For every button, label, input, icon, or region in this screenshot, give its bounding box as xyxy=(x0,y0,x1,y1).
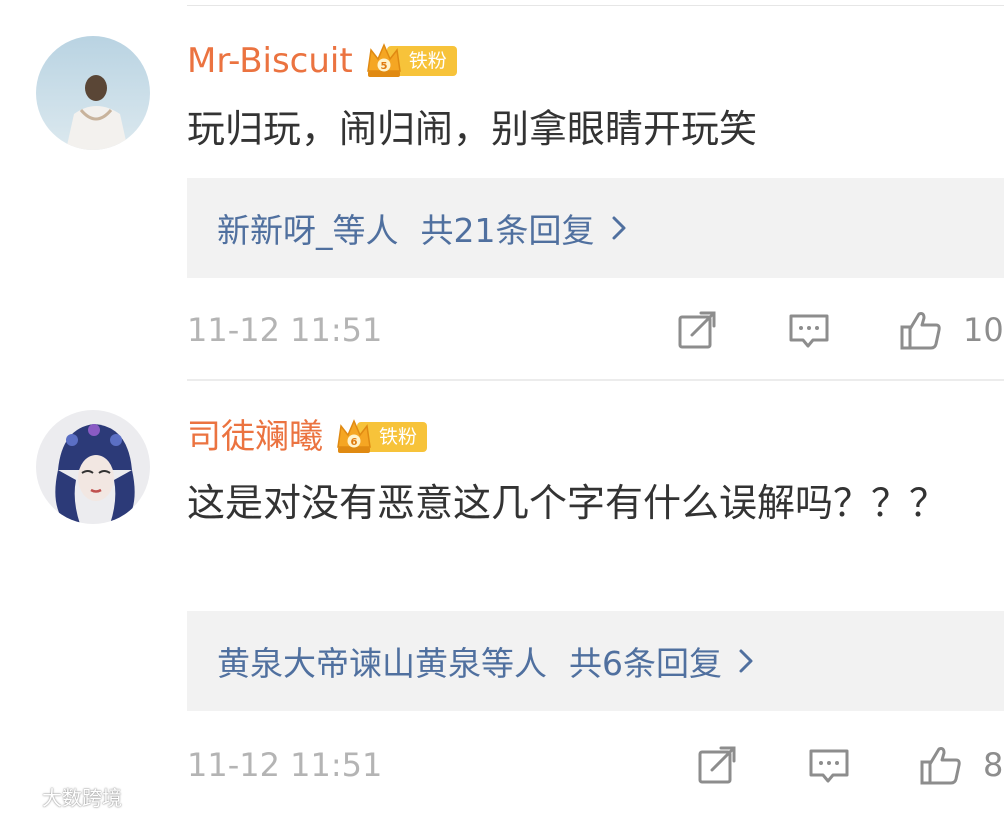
fan-badge[interactable]: 6 铁粉 xyxy=(335,417,428,457)
thumbs-up-icon[interactable] xyxy=(919,743,963,787)
username[interactable]: Mr-Biscuit xyxy=(187,38,353,84)
crown-icon: 5 xyxy=(366,43,401,77)
chevron-right-icon xyxy=(611,214,627,242)
thumbs-up-icon[interactable] xyxy=(899,308,943,352)
comment-item: Mr-Biscuit 5 铁粉 玩归玩，闹归闹，别拿眼睛开玩笑 新新呀_等人 共… xyxy=(0,0,1004,380)
avatar[interactable] xyxy=(36,36,150,150)
reply-count: 共21条回复 xyxy=(420,211,595,250)
comment-text: 这是对没有恶意这几个字有什么误解吗？？？ xyxy=(187,481,948,525)
like-count: 8 xyxy=(983,746,1004,784)
timestamp: 11-12 11:51 xyxy=(187,311,383,349)
reply-authors: 新新呀_等人 xyxy=(217,211,399,250)
chevron-right-icon xyxy=(738,647,754,675)
watermark: 大数跨境 xyxy=(8,782,122,811)
comment-footer: 11-12 11:51 10 xyxy=(187,300,1004,360)
avatar[interactable] xyxy=(36,410,150,524)
share-icon[interactable] xyxy=(675,308,719,352)
badge-level: 6 xyxy=(351,437,358,448)
reply-count: 共6条回复 xyxy=(569,644,722,683)
timestamp: 11-12 11:51 xyxy=(187,746,383,784)
share-icon[interactable] xyxy=(695,743,739,787)
comment-text: 玩归玩，闹归闹，别拿眼睛开玩笑 xyxy=(187,107,758,151)
watermark-text: 大数跨境 xyxy=(42,786,122,810)
comment-footer: 11-12 11:51 8 xyxy=(187,735,1004,795)
username[interactable]: 司徒斓曦 xyxy=(187,414,323,460)
like-count: 10 xyxy=(963,311,1004,349)
watermark-logo-icon xyxy=(8,788,37,805)
replies-link[interactable]: 黄泉大帝谏山黄泉等人 共6条回复 xyxy=(187,611,1004,711)
badge-level: 5 xyxy=(380,61,387,72)
comment-icon[interactable] xyxy=(807,743,851,787)
comment-icon[interactable] xyxy=(787,308,831,352)
reply-authors: 黄泉大帝谏山黄泉等人 xyxy=(217,644,547,683)
fan-badge[interactable]: 5 铁粉 xyxy=(365,41,457,81)
comment-item: 司徒斓曦 6 铁粉 这是对没有恶意这几个字有什么误解吗？？？ 黄泉大帝谏山黄泉等… xyxy=(0,380,1004,815)
crown-icon: 6 xyxy=(337,419,371,453)
replies-link[interactable]: 新新呀_等人 共21条回复 xyxy=(187,178,1004,278)
